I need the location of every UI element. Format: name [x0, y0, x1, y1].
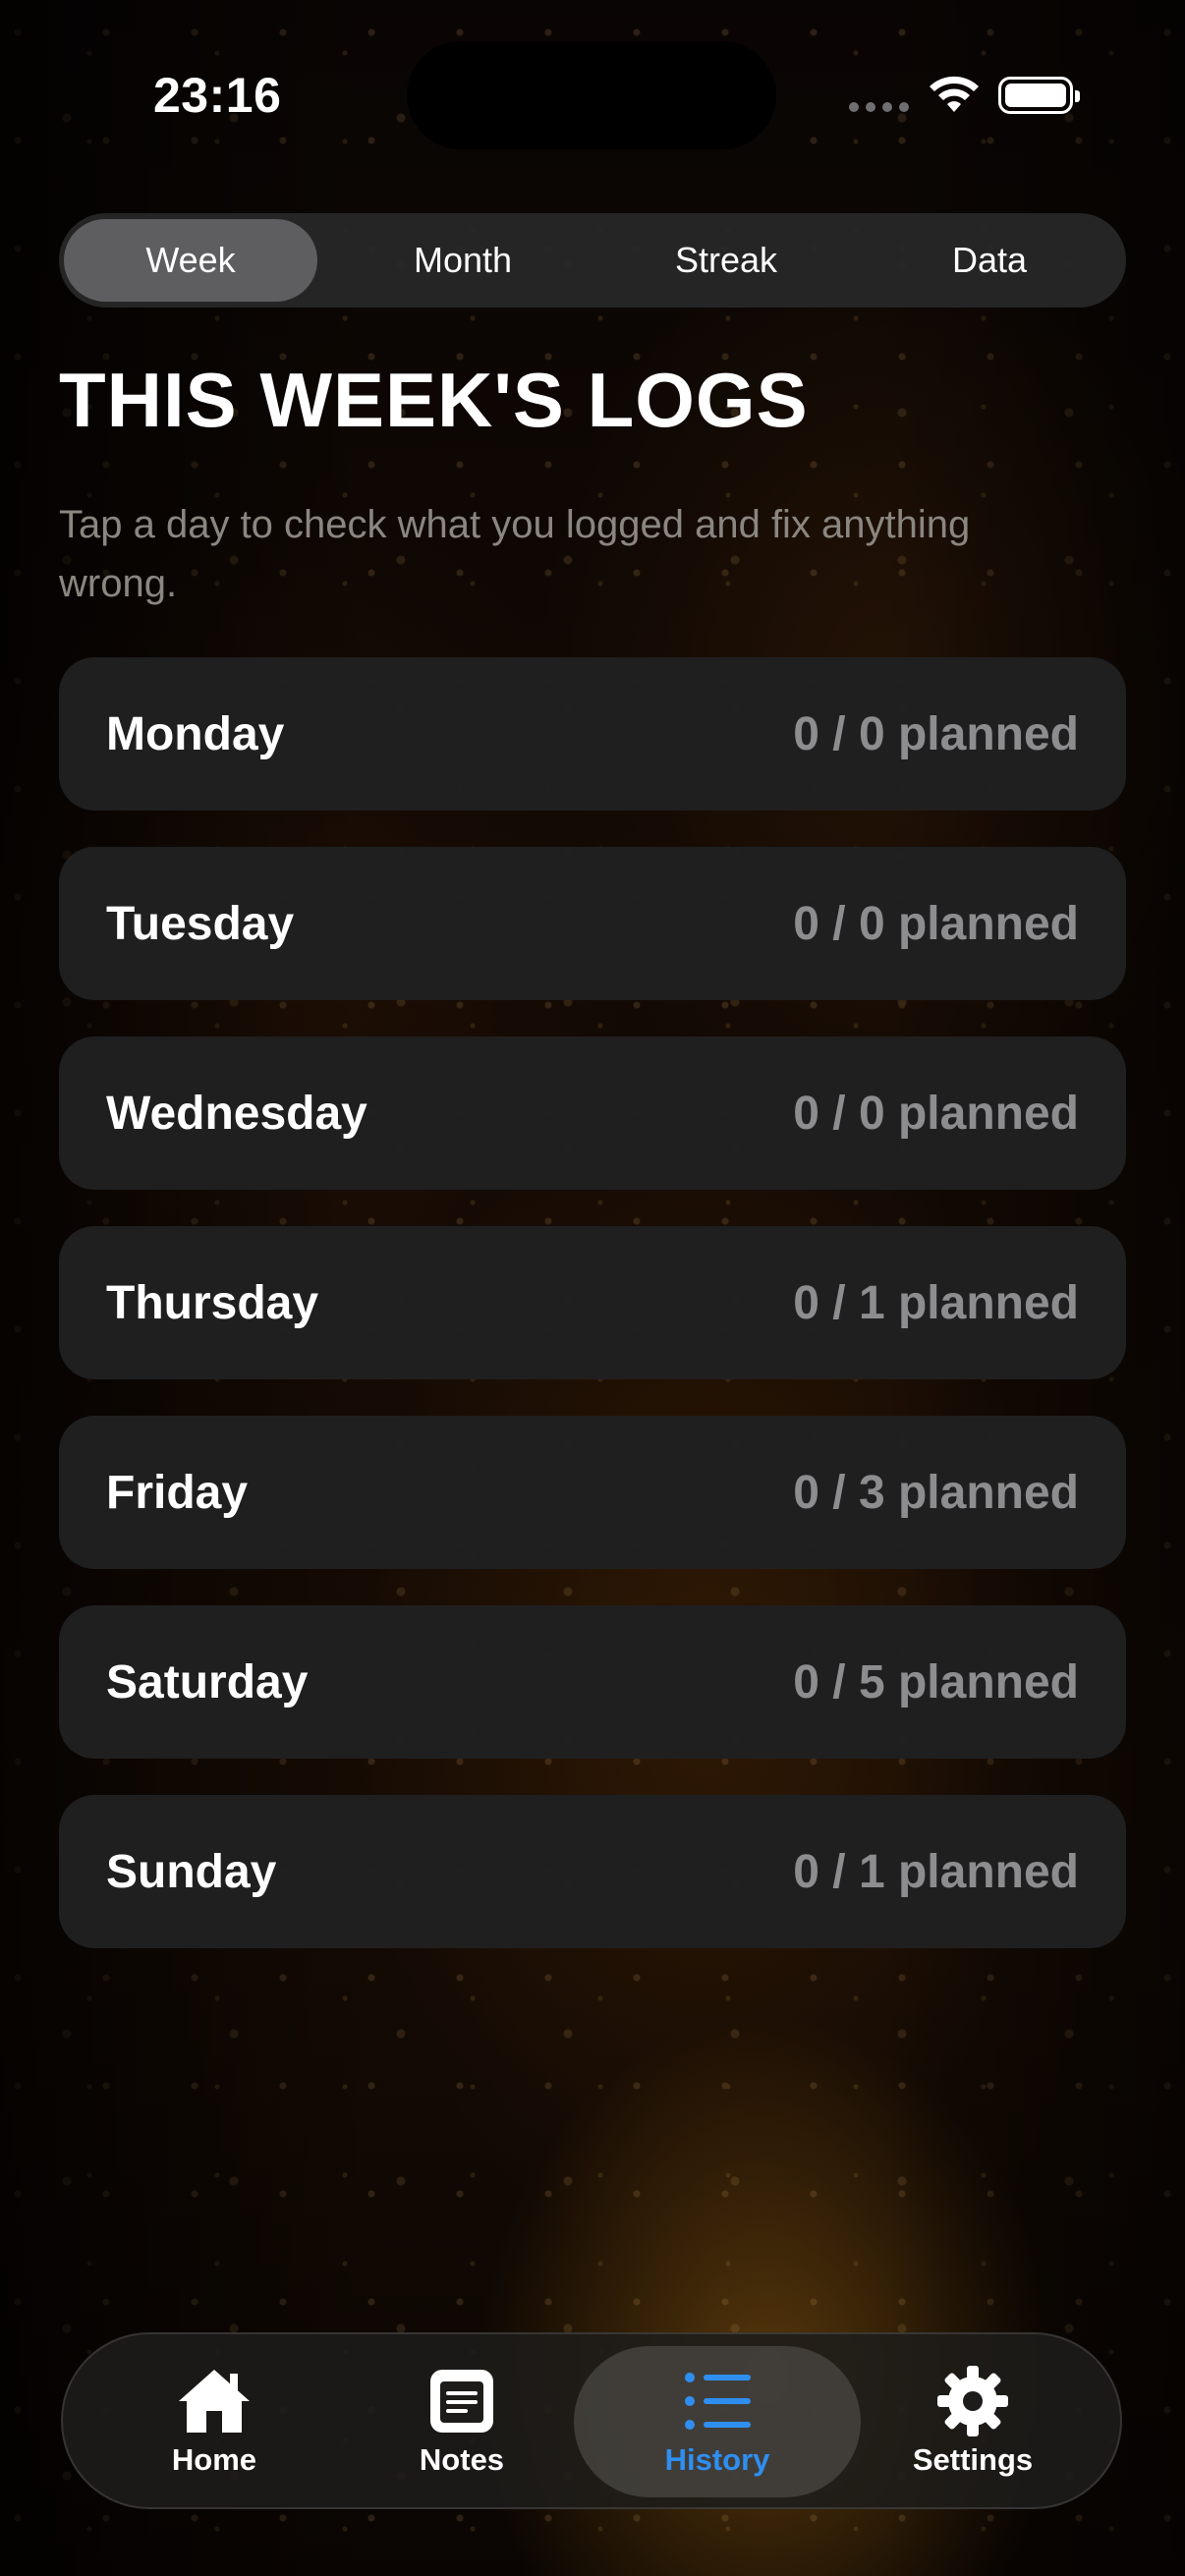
day-row-friday[interactable]: Friday 0 / 3 planned — [59, 1416, 1126, 1569]
tab-settings[interactable]: Settings — [843, 2346, 1102, 2497]
note-icon — [430, 2370, 493, 2433]
segment-streak[interactable]: Streak — [594, 219, 858, 302]
day-planned-count: 0 / 5 planned — [793, 1655, 1079, 1708]
status-time: 23:16 — [153, 68, 282, 123]
day-list: Monday 0 / 0 planned Tuesday 0 / 0 plann… — [59, 657, 1126, 1985]
segment-data[interactable]: Data — [858, 219, 1121, 302]
day-name: Saturday — [106, 1655, 309, 1708]
day-planned-count: 0 / 0 planned — [793, 1087, 1079, 1140]
list-icon — [685, 2373, 751, 2430]
day-planned-count: 0 / 1 planned — [793, 1276, 1079, 1329]
tab-notes[interactable]: Notes — [332, 2346, 592, 2497]
battery-icon — [998, 77, 1080, 114]
day-planned-count: 0 / 3 planned — [793, 1466, 1079, 1519]
day-row-tuesday[interactable]: Tuesday 0 / 0 planned — [59, 847, 1126, 1000]
cellular-signal-icon — [849, 102, 909, 112]
page-subtitle: Tap a day to check what you logged and f… — [59, 503, 971, 605]
day-planned-count: 0 / 0 planned — [793, 707, 1079, 760]
day-row-saturday[interactable]: Saturday 0 / 5 planned — [59, 1605, 1126, 1759]
day-name: Sunday — [106, 1845, 277, 1898]
segment-week[interactable]: Week — [64, 219, 317, 302]
dynamic-island — [407, 41, 776, 149]
wifi-icon — [930, 76, 979, 112]
day-name: Thursday — [106, 1276, 319, 1329]
gear-icon — [937, 2366, 1008, 2436]
day-name: Wednesday — [106, 1087, 367, 1140]
day-planned-count: 0 / 0 planned — [793, 897, 1079, 950]
day-row-sunday[interactable]: Sunday 0 / 1 planned — [59, 1795, 1126, 1948]
day-row-thursday[interactable]: Thursday 0 / 1 planned — [59, 1226, 1126, 1379]
tab-label: Home — [171, 2442, 257, 2477]
day-name: Monday — [106, 707, 285, 760]
tab-label: Settings — [912, 2442, 1034, 2477]
period-segmented-control: Week Month Streak Data — [59, 213, 1126, 308]
tab-label: Notes — [419, 2442, 505, 2477]
tab-history[interactable]: History — [574, 2346, 861, 2497]
day-planned-count: 0 / 1 planned — [793, 1845, 1079, 1898]
tab-label: History — [664, 2442, 770, 2477]
segment-month[interactable]: Month — [331, 219, 594, 302]
day-row-wednesday[interactable]: Wednesday 0 / 0 planned — [59, 1036, 1126, 1190]
tab-bar: Home Notes History Settings — [61, 2332, 1122, 2509]
day-name: Tuesday — [106, 897, 295, 950]
house-icon — [179, 2370, 250, 2433]
day-row-monday[interactable]: Monday 0 / 0 planned — [59, 657, 1126, 811]
page-title: THIS WEEK'S LOGS — [59, 357, 809, 443]
day-name: Friday — [106, 1466, 249, 1519]
tab-home[interactable]: Home — [85, 2346, 344, 2497]
